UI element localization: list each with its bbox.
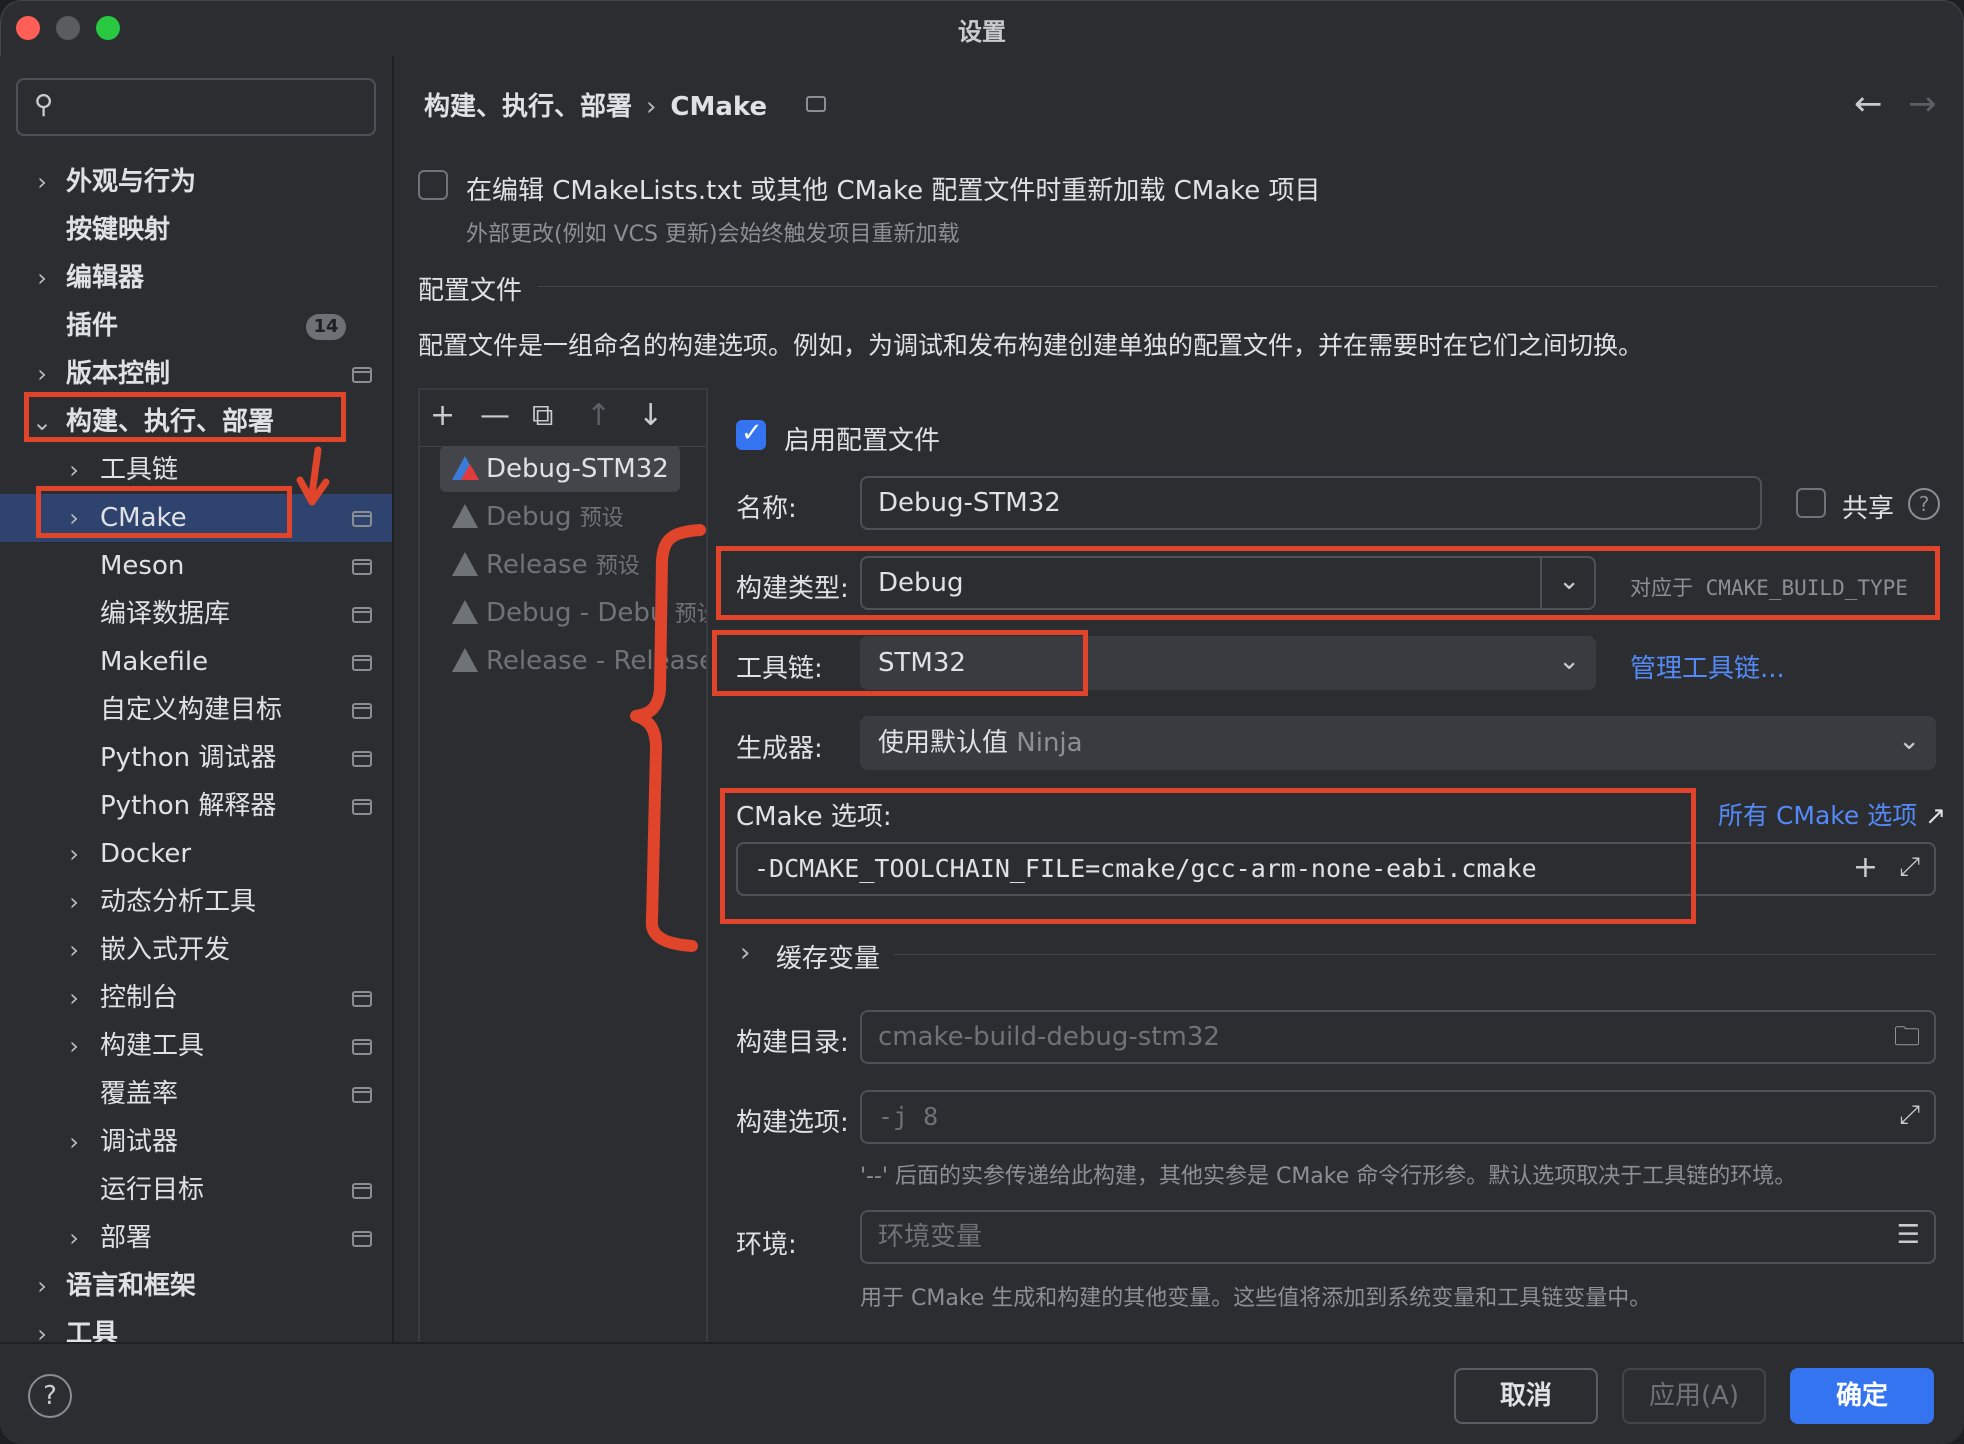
annotation-brace: [630, 524, 706, 952]
annotation-arrow: [308, 446, 322, 498]
settings-window: 设置 ⚲ › 外观与行为 按键映射 › 编辑器 插件 14 › 版本控制 ⌄ 构…: [0, 0, 1964, 1444]
annotation-strokes: [296, 446, 706, 952]
